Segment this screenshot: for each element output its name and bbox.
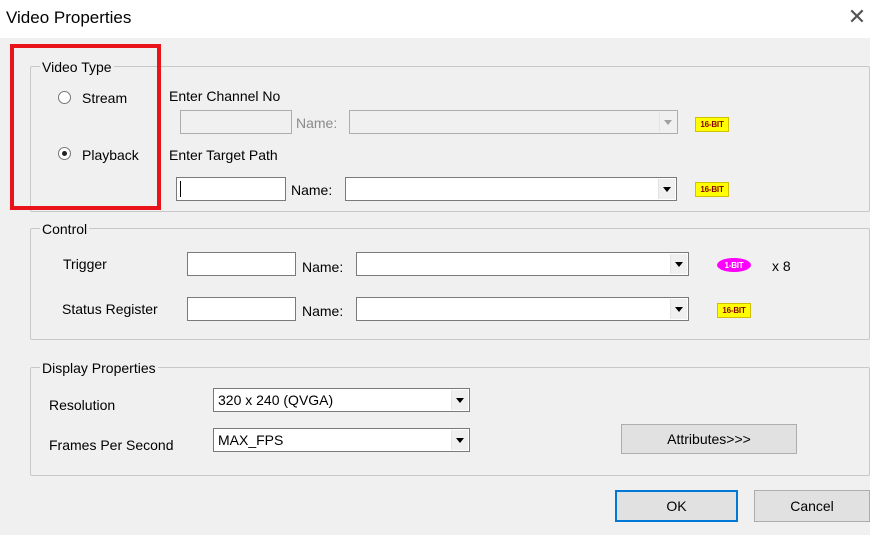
chevron-down-icon[interactable] [670, 299, 687, 319]
control-group [30, 228, 870, 340]
channel-number-label: Enter Channel No [169, 88, 281, 104]
chevron-down-icon[interactable] [451, 430, 468, 450]
control-legend: Control [40, 220, 90, 238]
ok-button[interactable]: OK [615, 490, 738, 522]
stream-radio-label[interactable]: Stream [82, 89, 127, 107]
target-path-label: Enter Target Path [169, 147, 278, 163]
display-properties-legend: Display Properties [40, 359, 158, 377]
radio-selected-dot [62, 151, 67, 156]
cancel-button[interactable]: Cancel [754, 490, 870, 522]
status-register-label: Status Register [62, 301, 158, 317]
trigger-multiplier: x 8 [772, 258, 791, 274]
close-icon[interactable]: ✕ [846, 4, 868, 30]
status-name-label: Name: [302, 303, 344, 319]
title-bar: Video Properties ✕ [0, 0, 870, 38]
fps-select[interactable]: MAX_FPS [213, 428, 470, 452]
status-16bit-badge: 16-BIT [717, 303, 751, 318]
fps-value: MAX_FPS [218, 432, 284, 448]
trigger-input[interactable] [187, 252, 296, 276]
target-name-label: Name: [291, 182, 333, 198]
trigger-1bit-badge: 1-BIT [717, 258, 751, 272]
channel-name-label: Name: [296, 115, 338, 131]
window-title: Video Properties [6, 8, 132, 27]
fps-label: Frames Per Second [49, 437, 174, 453]
attributes-button[interactable]: Attributes>>> [621, 424, 797, 454]
trigger-label: Trigger [63, 256, 107, 272]
chevron-down-icon[interactable] [670, 254, 687, 274]
playback-radio-label[interactable]: Playback [82, 146, 139, 164]
target-16bit-badge: 16-BIT [695, 182, 729, 197]
playback-radio[interactable] [58, 147, 71, 160]
resolution-value: 320 x 240 (QVGA) [218, 392, 334, 408]
text-caret [180, 181, 181, 197]
status-name-combo[interactable] [356, 297, 689, 321]
resolution-select[interactable]: 320 x 240 (QVGA) [213, 388, 470, 412]
trigger-name-combo[interactable] [356, 252, 689, 276]
chevron-down-icon[interactable] [451, 390, 468, 410]
channel-number-input[interactable] [180, 110, 292, 134]
video-type-legend: Video Type [40, 58, 114, 76]
resolution-label: Resolution [49, 397, 116, 413]
status-register-input[interactable] [187, 297, 296, 321]
trigger-name-label: Name: [302, 259, 344, 275]
chevron-down-icon[interactable] [659, 112, 676, 132]
channel-name-combo[interactable] [349, 110, 678, 134]
chevron-down-icon[interactable] [658, 179, 675, 199]
target-path-input[interactable] [176, 177, 286, 201]
stream-radio[interactable] [58, 91, 71, 104]
target-name-combo[interactable] [345, 177, 677, 201]
channel-16bit-badge: 16-BIT [695, 117, 729, 132]
display-properties-group [30, 367, 870, 476]
